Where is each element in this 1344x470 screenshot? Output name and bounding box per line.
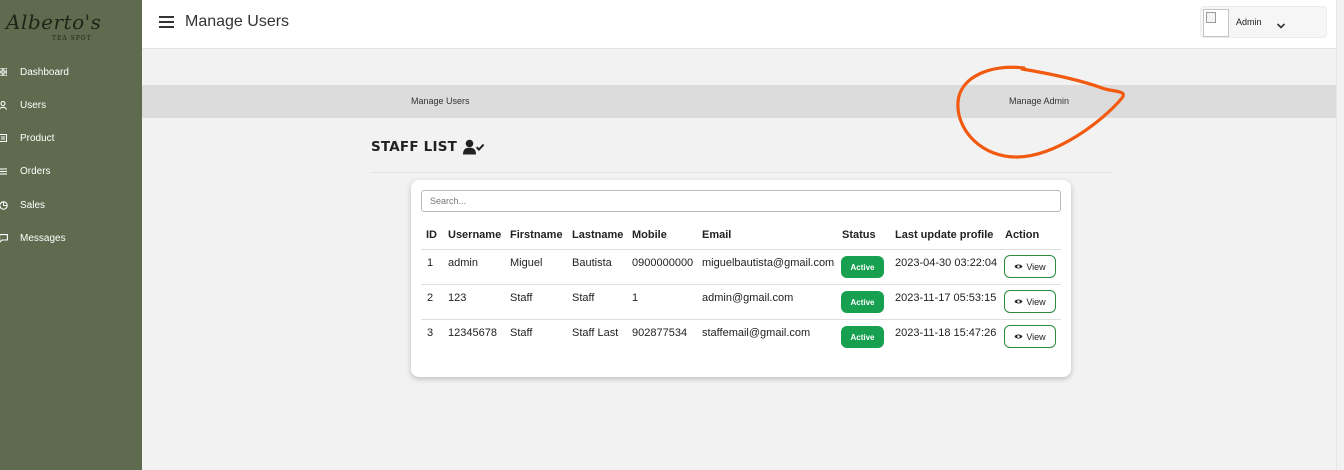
user-name: Admin [1236,17,1262,27]
cell-lastname: Staff [572,292,595,304]
view-button-label: View [1026,261,1046,272]
menu-toggle-icon[interactable] [159,16,174,28]
column-header-status: Status [842,229,876,241]
cell-firstname: Miguel [510,257,543,269]
user-icon [0,100,8,110]
chevron-down-icon [1276,17,1286,35]
sidebar-item-messages[interactable]: Messages [0,228,142,248]
table-row: 3 12345678 Staff Staff Last 902877534 st… [421,319,1061,354]
dashboard-grid-icon [0,68,8,76]
cell-email: staffemail@gmail.com [702,327,811,339]
product-icon [0,134,8,142]
cell-username: 123 [448,292,467,304]
cell-mobile: 902877534 [632,327,688,339]
tabs-bar: Manage Users Manage Admin [142,85,1336,118]
view-button[interactable]: View [1004,290,1056,313]
eye-icon [1014,299,1023,304]
view-button-label: View [1026,331,1046,342]
scrollbar[interactable] [1336,0,1344,470]
cell-lastname: Staff Last [572,327,619,339]
sidebar: Alberto's TEA SPOT Dashboard Users Produ… [0,0,142,470]
cell-mobile: 0900000000 [632,257,694,269]
column-header-mobile: Mobile [632,229,667,241]
table-row: 2 123 Staff Staff 1 admin@gmail.com Acti… [421,284,1061,319]
view-button[interactable]: View [1004,255,1056,278]
staff-list-heading: STAFF LIST [371,139,485,155]
cell-id: 2 [427,292,434,304]
cell-firstname: Staff [510,327,533,339]
status-badge: Active [841,256,884,278]
top-header: Manage Users Admin [142,0,1336,49]
sidebar-item-dashboard[interactable]: Dashboard [0,62,142,82]
sidebar-item-users[interactable]: Users [0,95,142,115]
sidebar-item-orders[interactable]: Orders [0,161,142,181]
sidebar-item-label: Sales [20,199,46,211]
column-header-lastname: Lastname [572,229,624,241]
list-icon [0,167,8,175]
brand-tagline: TEA SPOT [52,35,92,42]
cell-firstname: Staff [510,292,533,304]
status-badge: Active [841,326,884,348]
eye-icon [1014,264,1023,269]
user-check-icon [463,139,485,155]
staff-list-title: STAFF LIST [371,139,458,155]
view-button-label: View [1026,296,1046,307]
tab-manage-users[interactable]: Manage Users [411,96,470,106]
cell-email: miguelbautista@gmail.com [702,257,835,269]
column-header-firstname: Firstname [510,229,563,241]
user-menu[interactable]: Admin [1200,6,1327,38]
cell-last-update: 2023-11-17 05:53:15 [895,292,997,304]
cell-email: admin@gmail.com [702,292,794,304]
cell-id: 3 [427,327,434,339]
staff-table-card: ID Username Firstname Lastname Mobile Em… [411,180,1071,377]
cell-last-update: 2023-04-30 03:22:04 [895,257,998,269]
status-badge: Active [841,291,884,313]
search-input[interactable] [421,190,1061,212]
brand-name: Alberto's [6,10,102,34]
view-button[interactable]: View [1004,325,1056,348]
sidebar-item-label: Messages [20,232,66,244]
sidebar-item-label: Product [20,132,55,144]
column-header-id: ID [426,229,437,241]
table-row: 1 admin Miguel Bautista 0900000000 migue… [421,249,1061,284]
column-header-last-update: Last update profile [895,229,994,241]
cell-last-update: 2023-11-18 15:47:26 [895,327,997,339]
avatar [1203,9,1229,37]
eye-icon [1014,334,1023,339]
message-icon [0,233,8,243]
tab-manage-admin[interactable]: Manage Admin [1009,96,1069,106]
chart-pie-icon [0,200,8,210]
cell-lastname: Bautista [572,257,612,269]
sidebar-item-label: Orders [20,165,51,177]
cell-username: 12345678 [448,327,497,339]
page-title: Manage Users [185,13,290,30]
sidebar-item-sales[interactable]: Sales [0,195,142,215]
cell-username: admin [448,257,478,269]
brand-logo[interactable]: Alberto's TEA SPOT [6,10,102,44]
sidebar-item-label: Dashboard [20,66,69,78]
column-header-email: Email [702,229,732,241]
column-header-action: Action [1005,229,1040,241]
sidebar-item-product[interactable]: Product [0,128,142,148]
sidebar-item-label: Users [20,99,47,111]
column-header-username: Username [448,229,502,241]
cell-mobile: 1 [632,292,639,304]
divider [371,172,1111,173]
cell-id: 1 [427,257,434,269]
